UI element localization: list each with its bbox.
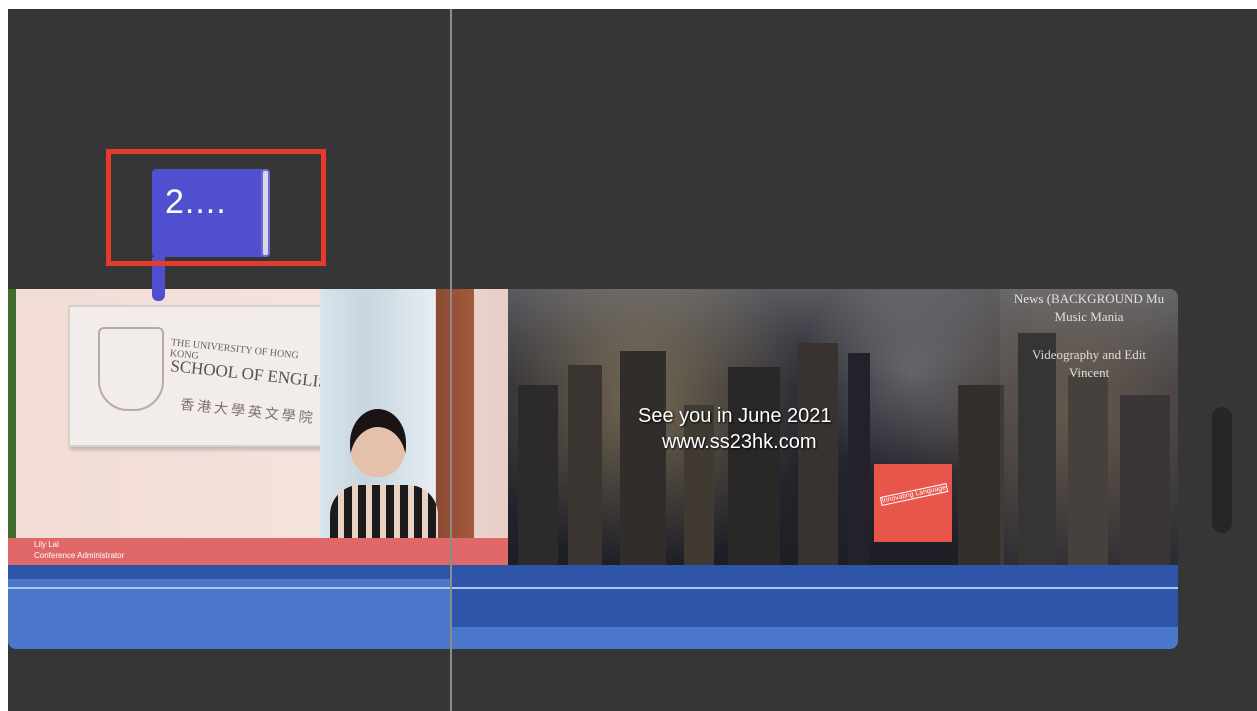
building <box>848 353 870 565</box>
lower-third-title: Conference Administrator <box>34 551 125 560</box>
conference-logo: Innovating Language <box>874 464 952 542</box>
video-clip-credits[interactable]: News (BACKGROUND Mu Music Mania Videogra… <box>1000 289 1178 565</box>
credit-line-3: Videography and Edit <box>1031 347 1147 362</box>
building <box>958 385 1004 565</box>
lower-third-name: Lily Lai <box>34 540 59 549</box>
lower-third-banner: Lily Lai Conference Administrator <box>8 538 508 565</box>
building <box>684 405 714 565</box>
building <box>518 385 558 565</box>
audio-waveform-quiet <box>452 627 1178 649</box>
timeline-editor: THE UNIVERSITY OF HONG KONG SCHOOL OF EN… <box>8 9 1257 711</box>
building <box>728 367 780 565</box>
school-sign: THE UNIVERSITY OF HONG KONG SCHOOL OF EN… <box>68 305 341 447</box>
building <box>568 365 602 565</box>
audio-waveform-loud <box>8 579 452 649</box>
credit-line-4: Vincent <box>1068 365 1110 380</box>
credit-line-2: Music Mania <box>1054 309 1124 324</box>
video-clip-office[interactable]: THE UNIVERSITY OF HONG KONG SCHOOL OF EN… <box>8 289 508 565</box>
building <box>620 351 666 565</box>
building <box>798 343 838 565</box>
sign-line-chinese: 香港大學英文學院 <box>179 397 317 428</box>
playhead[interactable] <box>450 9 452 711</box>
door-frame <box>436 289 474 539</box>
annotation-highlight-box <box>106 149 326 266</box>
city-caption-date: See you in June 2021 <box>638 405 832 427</box>
conference-logo-text: Innovating Language <box>879 483 949 506</box>
audio-volume-line[interactable] <box>8 587 1178 589</box>
video-track[interactable]: THE UNIVERSITY OF HONG KONG SCHOOL OF EN… <box>8 289 1178 565</box>
vertical-scroll-thumb[interactable] <box>1212 407 1232 533</box>
presenter-head <box>350 409 406 477</box>
crest-icon <box>98 327 164 411</box>
audio-track[interactable] <box>8 565 1178 649</box>
city-caption-url: www.ss23hk.com <box>662 431 817 453</box>
credit-line-1: News (BACKGROUND Mu <box>1013 291 1165 306</box>
